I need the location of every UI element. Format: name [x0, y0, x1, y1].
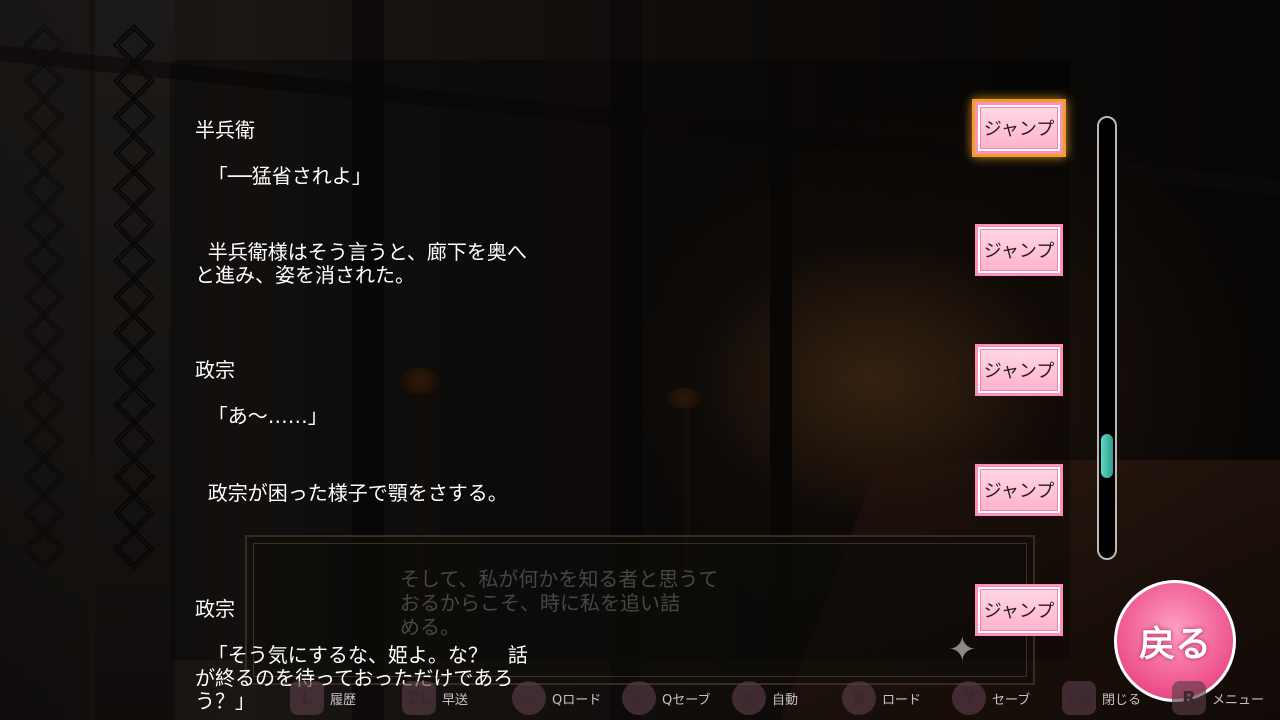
backlog-scrollbar[interactable] [1097, 116, 1117, 560]
l-button-icon: L [290, 681, 324, 715]
jump-button[interactable]: ジャンプ [975, 224, 1063, 276]
backlog-entry: 政宗 「あ～……」 [195, 313, 328, 428]
jump-button-label: ジャンプ [980, 349, 1058, 391]
jump-button-label: ジャンプ [980, 469, 1058, 511]
hint-auto[interactable]: X 自動 [732, 681, 798, 715]
entry-text: 「──猛省されよ」 [207, 164, 372, 188]
zl-button-icon: ZL [402, 681, 436, 715]
jump-button[interactable]: ジャンプ [975, 464, 1063, 516]
zr-button-icon: ZR [1062, 681, 1096, 715]
hint-label: 自動 [772, 692, 799, 708]
controller-hint-bar: L 履歴 ZL 早送 − Qロード + Qセーブ X 自動 B ロード Y セー… [290, 681, 1270, 717]
hint-label: ロード [882, 692, 922, 708]
sparkle-icon: ✦ [948, 630, 977, 670]
backlog-entry: 半兵衛 「──猛省されよ」 [195, 73, 372, 188]
y-button-icon: Y [952, 681, 986, 715]
entry-text: 「あ～……」 [207, 404, 328, 428]
x-button-icon: X [732, 681, 766, 715]
hint-label: Qロード [552, 692, 602, 708]
entry-text: 半兵衛様はそう言うと、廊下を奥へ と進み、姿を消された。 [195, 240, 527, 287]
jump-button[interactable]: ジャンプ [975, 344, 1063, 396]
hint-label: Qセーブ [662, 692, 711, 708]
speaker-name: 政宗 [195, 597, 235, 621]
hint-fast-forward[interactable]: ZL 早送 [402, 681, 468, 715]
hint-close[interactable]: ZR 閉じる [1062, 681, 1141, 715]
speaker-name: 半兵衛 [195, 118, 255, 142]
hint-load[interactable]: B ロード [842, 681, 921, 715]
scrollbar-thumb[interactable] [1101, 433, 1113, 478]
back-button-label: 戻る [1138, 623, 1211, 665]
jump-button-label: ジャンプ [980, 589, 1058, 631]
jump-button-label: ジャンプ [980, 107, 1058, 149]
hint-label: 履歴 [330, 692, 357, 708]
backlog-entry: 政宗が困った様子で顎をさする。 [195, 459, 508, 505]
speaker-name: 政宗 [195, 358, 235, 382]
jump-button[interactable]: ジャンプ [975, 584, 1063, 636]
minus-button-icon: − [512, 681, 546, 715]
plus-button-icon: + [622, 681, 656, 715]
hint-history[interactable]: L 履歴 [290, 681, 356, 715]
hint-label: メニュー [1212, 692, 1265, 708]
r-button-icon: R [1172, 681, 1206, 715]
backlog-entry: 半兵衛様はそう言うと、廊下を奥へ と進み、姿を消された。 [195, 218, 527, 287]
hint-menu[interactable]: R メニュー [1172, 681, 1264, 715]
hint-label: 閉じる [1102, 692, 1142, 708]
jump-button[interactable]: ジャンプ [975, 102, 1063, 154]
hint-label: 早送 [442, 692, 469, 708]
hint-quick-load[interactable]: − Qロード [512, 681, 601, 715]
b-button-icon: B [842, 681, 876, 715]
jump-button-label: ジャンプ [980, 229, 1058, 271]
hint-save[interactable]: Y セーブ [952, 681, 1030, 715]
hint-quick-save[interactable]: + Qセーブ [622, 681, 710, 715]
hint-label: セーブ [992, 692, 1031, 708]
entry-text: 政宗が困った様子で顎をさする。 [207, 481, 508, 505]
